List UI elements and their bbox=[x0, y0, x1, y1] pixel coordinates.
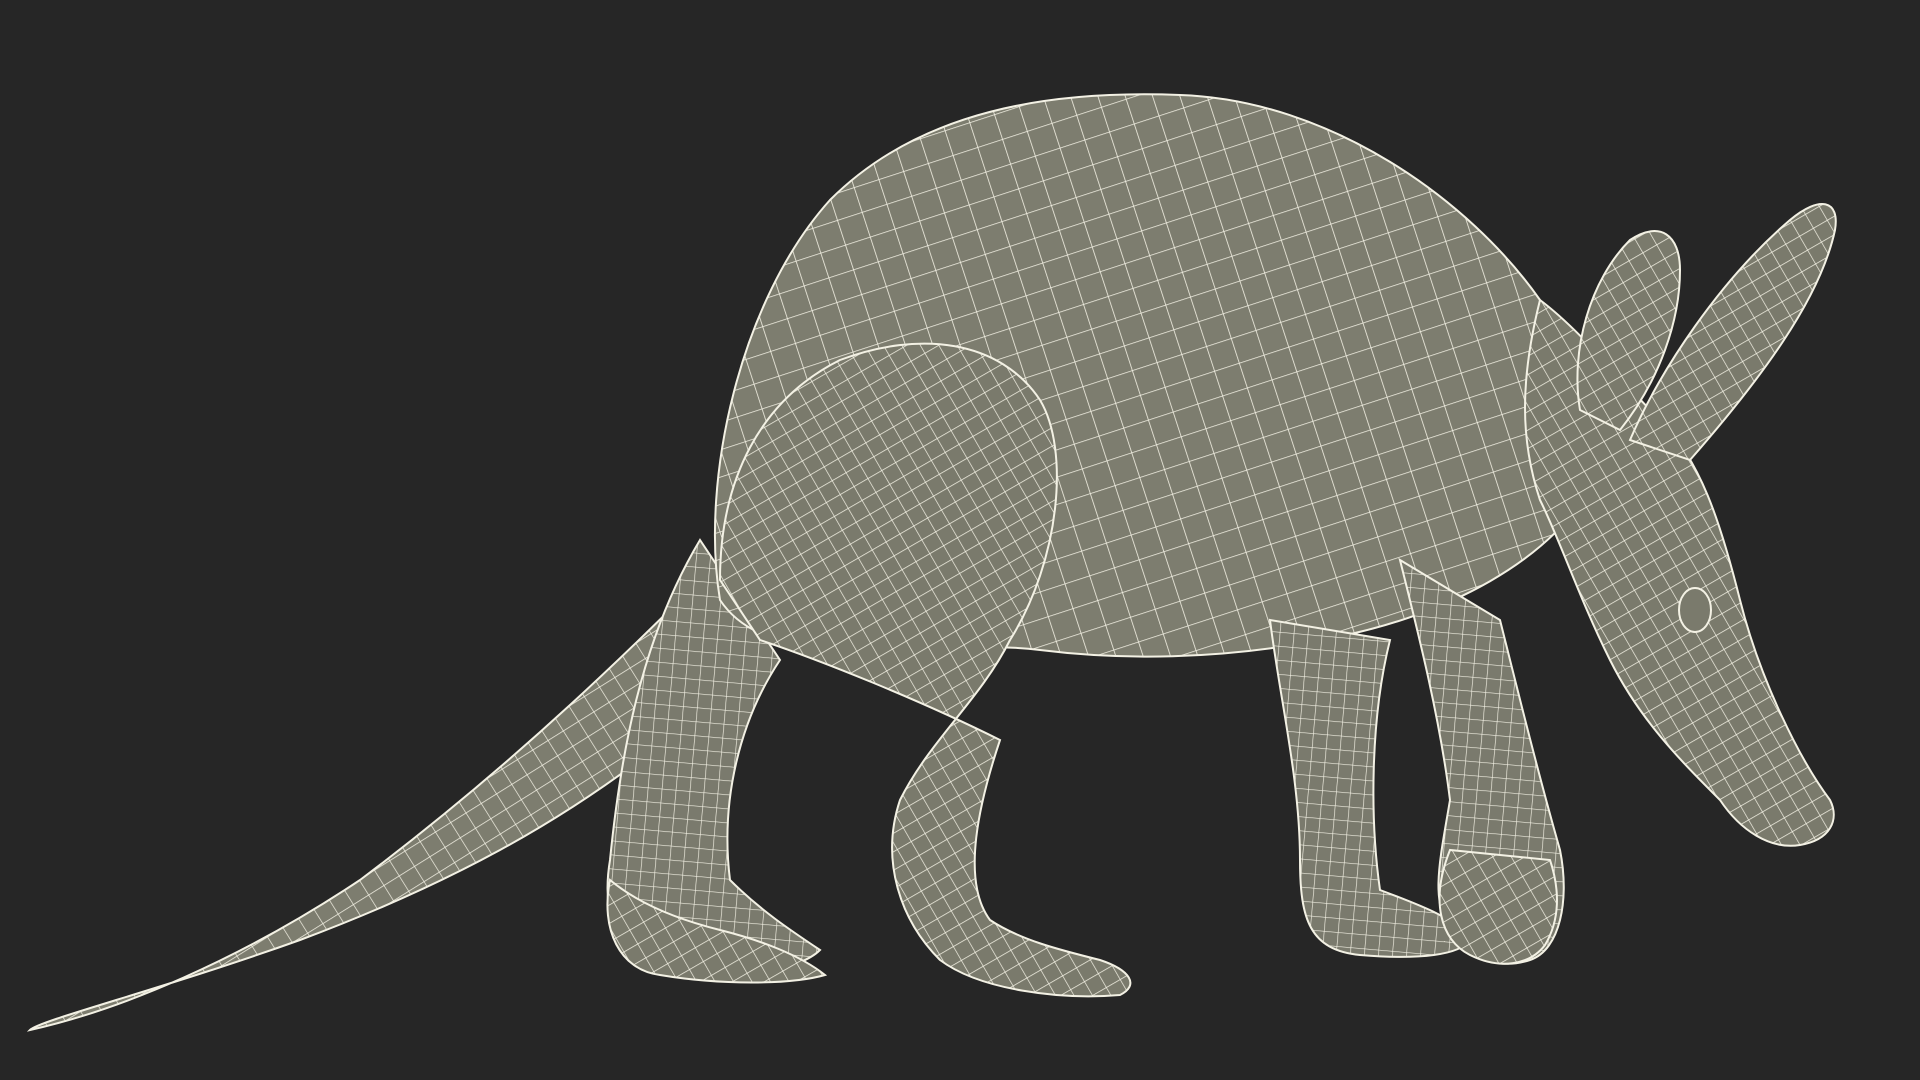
front-paw-near bbox=[1438, 848, 1558, 965]
eye bbox=[1678, 587, 1712, 633]
aardvark-wireframe-model bbox=[26, 93, 1837, 1032]
render-viewport bbox=[0, 0, 1920, 1080]
